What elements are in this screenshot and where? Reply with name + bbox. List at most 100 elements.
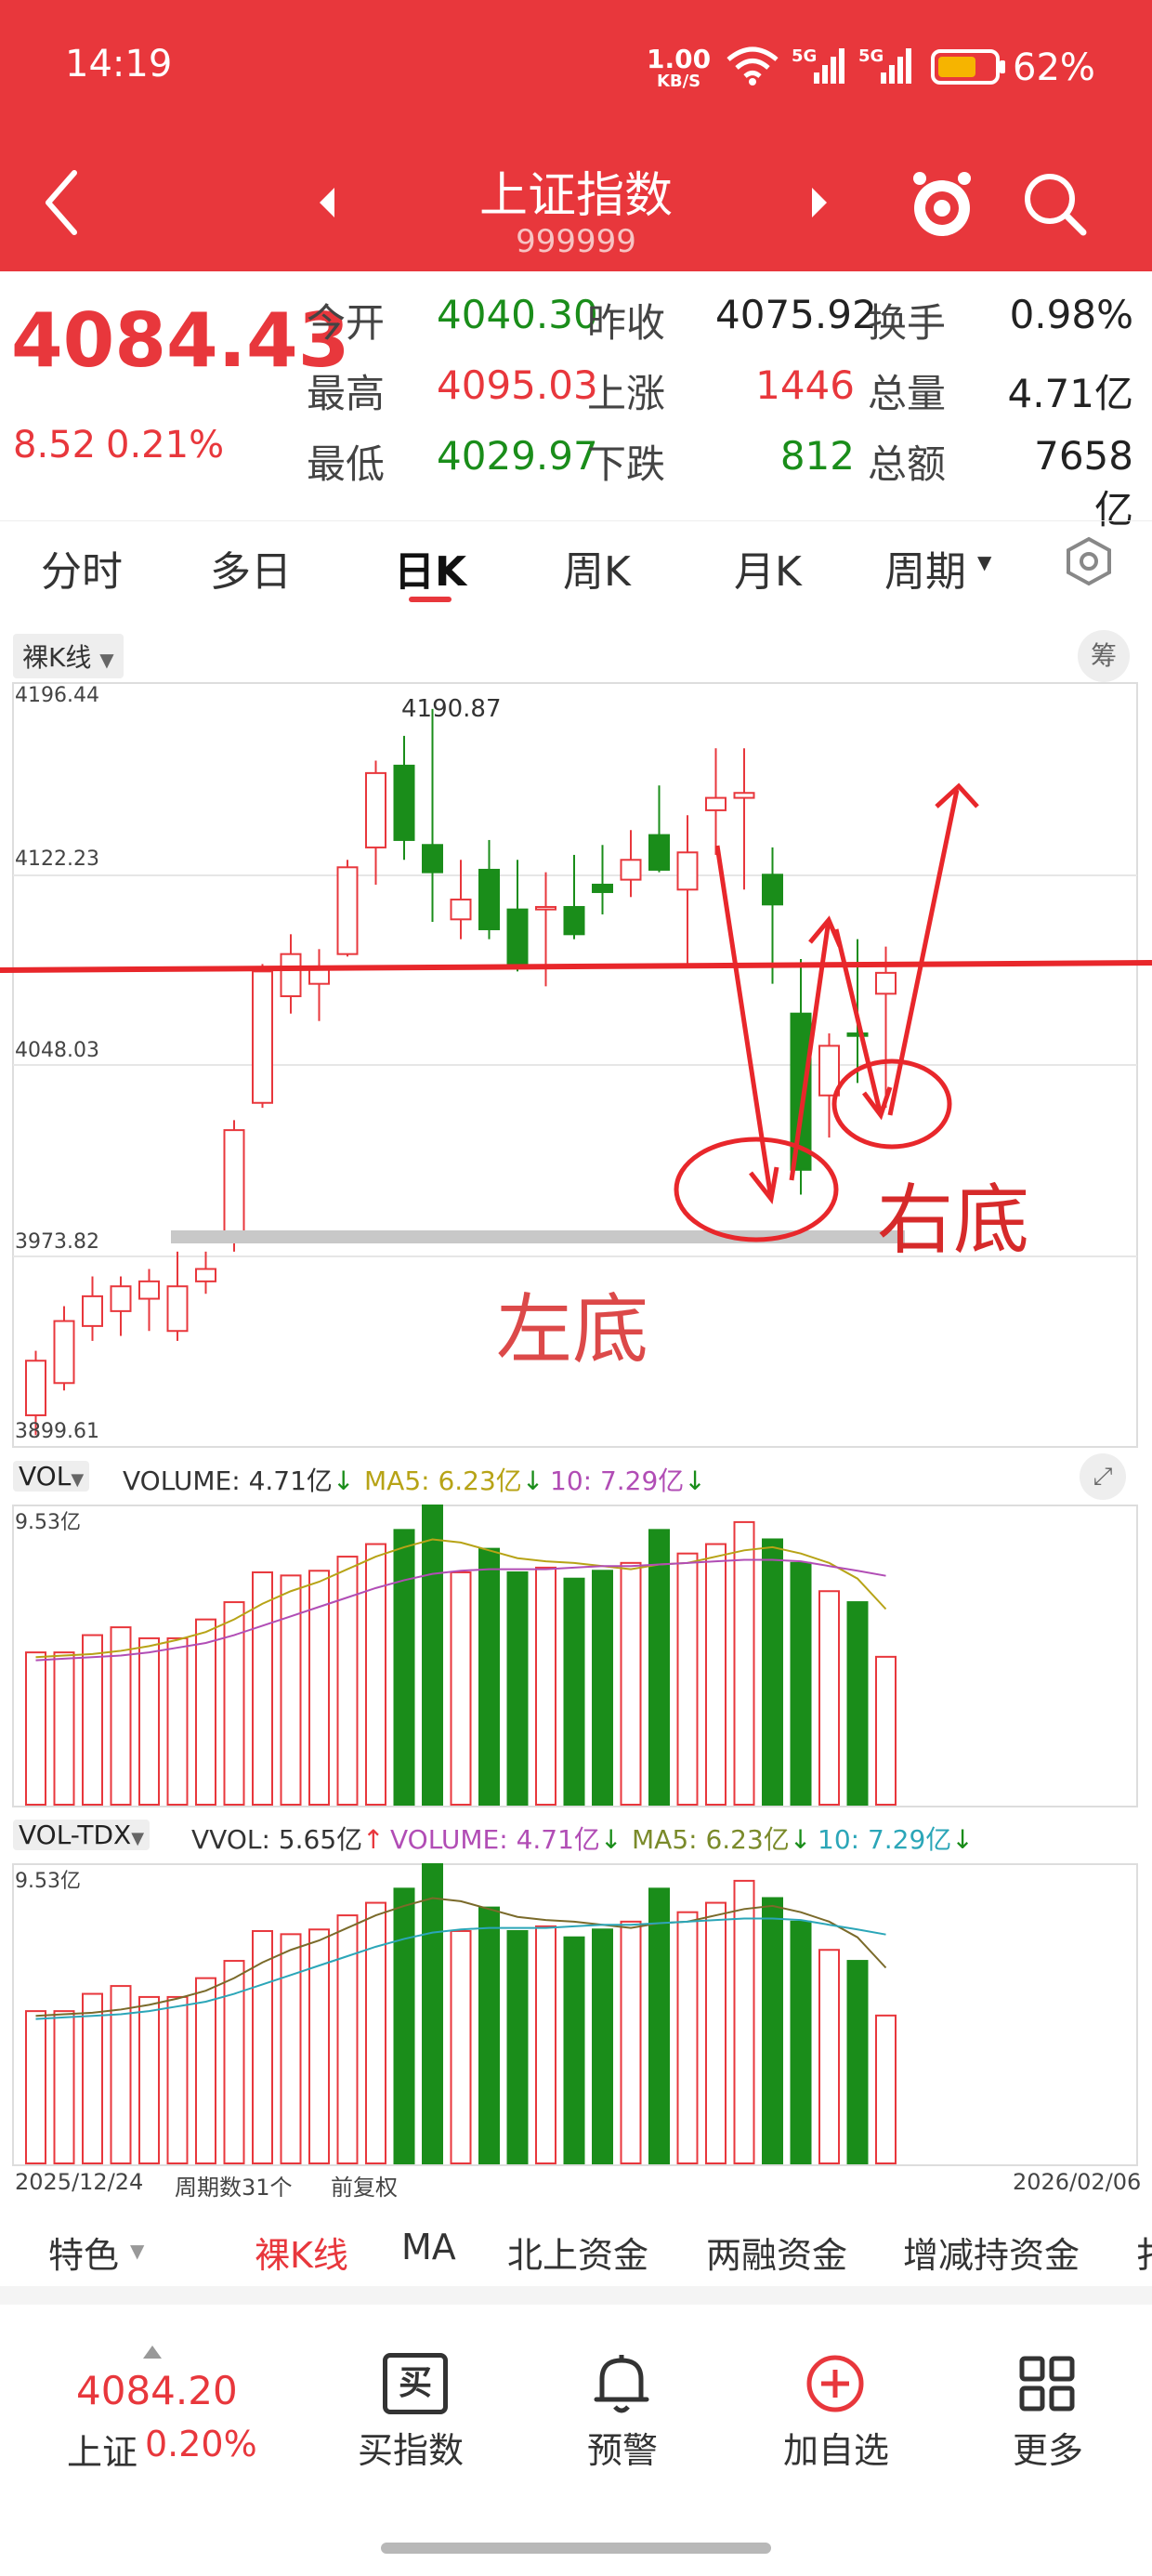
volume-bar[interactable] xyxy=(846,1601,869,1806)
candle[interactable] xyxy=(308,967,330,985)
volume-bar[interactable] xyxy=(592,1928,613,2164)
volume-bar[interactable] xyxy=(620,1561,642,1807)
candle[interactable] xyxy=(223,1129,245,1238)
feature-tab-6[interactable]: 扌 xyxy=(1135,2227,1152,2278)
candle[interactable] xyxy=(280,953,302,998)
volume-bar[interactable] xyxy=(25,1651,46,1807)
feature-tab-1[interactable]: 裸K线 xyxy=(255,2227,348,2278)
volume-bar[interactable] xyxy=(875,1655,897,1807)
candle[interactable] xyxy=(53,1320,75,1385)
volume-bar[interactable] xyxy=(733,1520,755,1807)
volume-bar[interactable] xyxy=(676,1911,699,2165)
candle[interactable] xyxy=(705,796,727,811)
volume-bar[interactable] xyxy=(790,1561,812,1807)
volume-bar[interactable] xyxy=(308,1928,330,2164)
candle[interactable] xyxy=(506,908,529,966)
candle[interactable] xyxy=(252,970,273,1104)
candle[interactable] xyxy=(365,771,386,848)
vol-indicator-select[interactable]: VOL▼ xyxy=(13,1461,90,1492)
candle[interactable] xyxy=(450,898,472,921)
volume-bar[interactable] xyxy=(308,1570,330,1807)
bell-icon[interactable] xyxy=(591,2351,652,2416)
feature-tab-0[interactable]: 特色 xyxy=(48,2227,119,2278)
nav-buy-label[interactable]: 买指数 xyxy=(336,2422,485,2473)
volume-bar[interactable] xyxy=(280,1574,302,1806)
volume-bar[interactable] xyxy=(365,1543,386,1807)
volume-bar[interactable] xyxy=(138,1636,160,1806)
candle[interactable] xyxy=(563,905,585,936)
volume-bar[interactable] xyxy=(648,1529,670,1806)
nav-alert-label[interactable]: 预警 xyxy=(548,2422,697,2473)
volume-bar[interactable] xyxy=(166,1995,189,2164)
volume-bar[interactable] xyxy=(365,1901,386,2165)
candle[interactable] xyxy=(422,844,443,874)
candle[interactable] xyxy=(592,883,613,893)
volume-bar[interactable] xyxy=(535,1925,556,2165)
volume-bar[interactable] xyxy=(563,1577,585,1806)
volume-bar[interactable] xyxy=(478,1547,500,1806)
volume-bar[interactable] xyxy=(846,1960,869,2164)
volume-bar[interactable] xyxy=(506,1571,529,1806)
candle[interactable] xyxy=(393,764,415,841)
volume-bar[interactable] xyxy=(393,1887,415,2164)
volume-bar[interactable] xyxy=(648,1887,670,2164)
candle[interactable] xyxy=(82,1295,103,1327)
volume-bar[interactable] xyxy=(138,1995,160,2164)
candle[interactable] xyxy=(138,1280,160,1300)
buy-icon[interactable]: 买 xyxy=(383,2353,448,2414)
volume-bar[interactable] xyxy=(818,1590,840,1806)
volume-bar[interactable] xyxy=(790,1920,812,2164)
volume-bar[interactable] xyxy=(478,1906,500,2164)
volume-bar[interactable] xyxy=(450,1929,472,2164)
volume-bar[interactable] xyxy=(762,1897,783,2164)
volume-bar[interactable] xyxy=(280,1933,302,2165)
volume-bar[interactable] xyxy=(25,2010,46,2164)
candle[interactable] xyxy=(875,971,897,995)
volume-bar[interactable] xyxy=(82,1634,103,1806)
volume-bar[interactable] xyxy=(195,1618,216,1807)
feature-tab-5[interactable]: 增减持资金 xyxy=(903,2227,1080,2278)
volume-bar[interactable] xyxy=(82,1992,103,2165)
volume-bar[interactable] xyxy=(733,1879,755,2165)
nav-more-label[interactable]: 更多 xyxy=(974,2422,1122,2473)
volume-bar[interactable] xyxy=(166,1636,189,1806)
candle[interactable] xyxy=(846,1032,869,1037)
volume-bar[interactable] xyxy=(393,1529,415,1806)
expand-icon[interactable]: ⤢ xyxy=(1080,1453,1126,1500)
volume-bar[interactable] xyxy=(592,1570,613,1807)
volume-bar[interactable] xyxy=(705,1543,727,1807)
feature-tab-2[interactable]: MA xyxy=(401,2227,456,2267)
candle[interactable] xyxy=(478,868,500,930)
add-favorite-icon[interactable] xyxy=(805,2353,866,2414)
volume-bar[interactable] xyxy=(53,1651,75,1807)
candle[interactable] xyxy=(676,851,699,891)
candle[interactable] xyxy=(733,792,755,799)
volume-bar[interactable] xyxy=(53,2010,75,2164)
volume-bar[interactable] xyxy=(762,1538,783,1806)
volume-bar[interactable] xyxy=(422,1505,443,1806)
candle[interactable] xyxy=(195,1268,216,1282)
grid-icon[interactable] xyxy=(1018,2355,1076,2412)
candle[interactable] xyxy=(336,866,359,955)
volume-bar[interactable] xyxy=(875,2014,897,2165)
volume-bar[interactable] xyxy=(620,1920,642,2164)
volume-bar[interactable] xyxy=(535,1566,556,1806)
bottom-price[interactable]: 4084.20 xyxy=(76,2368,238,2413)
candle[interactable] xyxy=(166,1285,189,1333)
nav-add-label[interactable]: 加自选 xyxy=(762,2422,910,2473)
volume-bar[interactable] xyxy=(336,1556,359,1806)
volume-bar[interactable] xyxy=(705,1901,727,2165)
feature-tab-4[interactable]: 两融资金 xyxy=(706,2227,847,2278)
candle[interactable] xyxy=(620,859,642,881)
volume-bar[interactable] xyxy=(450,1571,472,1806)
volume-bar[interactable] xyxy=(818,1949,840,2165)
vol-tdx-indicator-select[interactable]: VOL-TDX▼ xyxy=(13,1820,151,1850)
volume-bar[interactable] xyxy=(506,1929,529,2164)
candle[interactable] xyxy=(535,905,556,911)
volume-bar[interactable] xyxy=(195,1977,216,2165)
feature-tab-3[interactable]: 北上资金 xyxy=(507,2227,648,2278)
volume-bar[interactable] xyxy=(676,1552,699,1806)
candle[interactable] xyxy=(648,834,670,871)
volume-bar[interactable] xyxy=(336,1914,359,2164)
candle[interactable] xyxy=(110,1285,132,1312)
